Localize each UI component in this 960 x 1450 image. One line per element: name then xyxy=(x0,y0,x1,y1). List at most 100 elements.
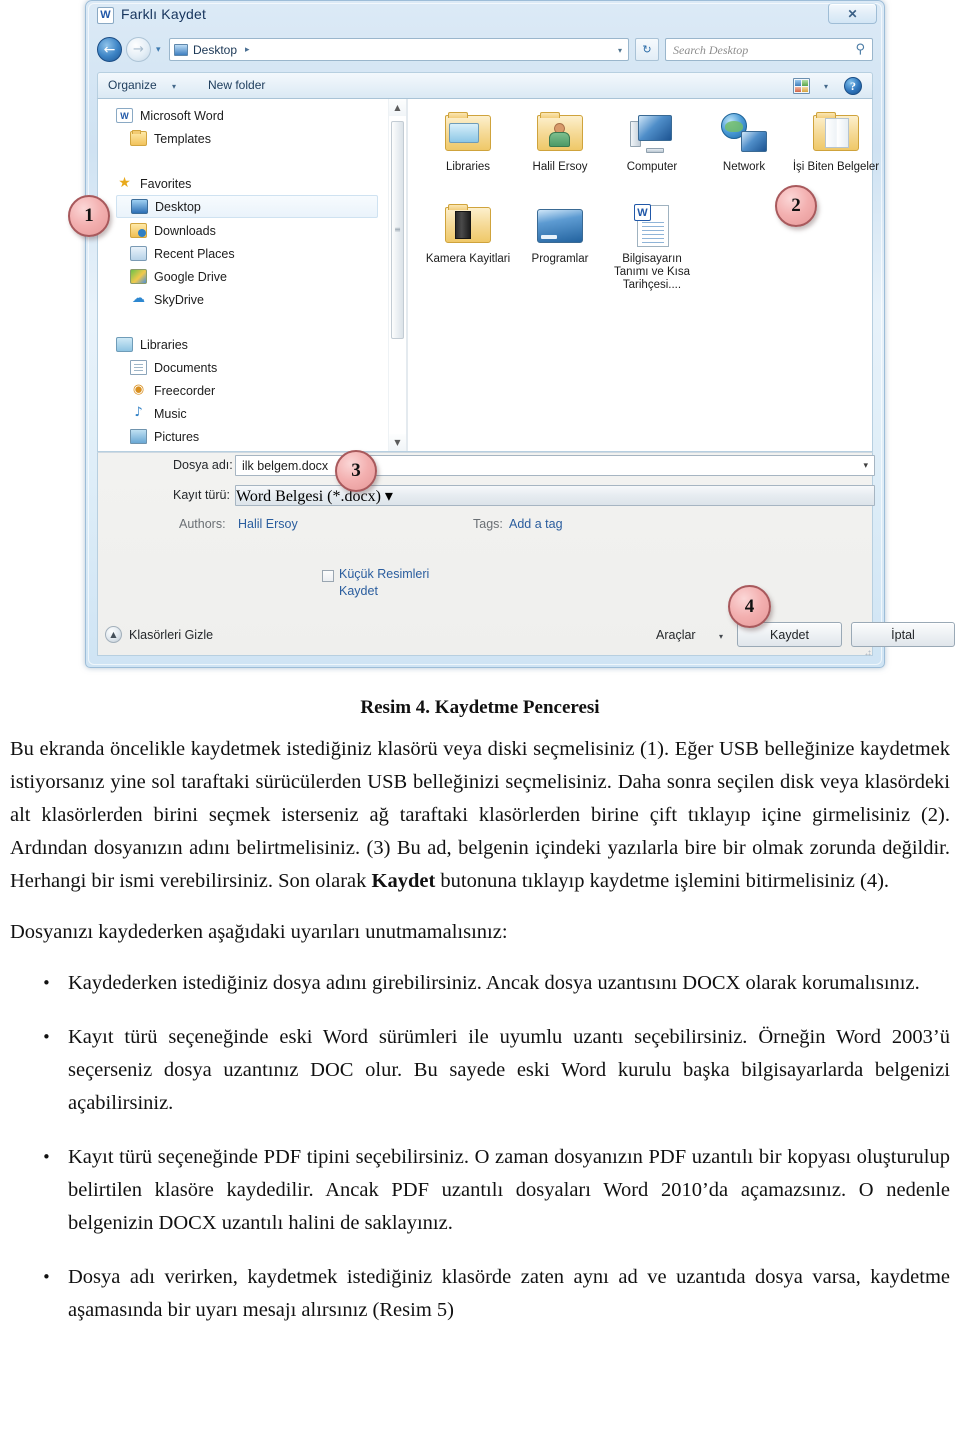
save-thumbnail-checkbox[interactable] xyxy=(322,570,334,582)
tags-value[interactable]: Add a tag xyxy=(509,517,563,531)
list-item[interactable]: Computer xyxy=(606,107,698,174)
warnings-list: Kaydederken istediğiniz dosya adını gire… xyxy=(10,967,950,1327)
new-folder-button[interactable]: New folder xyxy=(208,78,265,92)
folder-icon xyxy=(130,130,147,146)
sidebar-item-skydrive[interactable]: ☁ SkyDrive xyxy=(130,288,204,311)
sidebar-item-label: Recent Places xyxy=(154,246,235,261)
filename-value: ilk belgem.docx xyxy=(242,459,329,473)
callout-badge-2: 2 xyxy=(775,185,817,227)
sidebar-item-label: Freecorder xyxy=(154,383,216,398)
sidebar-item-pictures[interactable]: Pictures xyxy=(130,425,199,448)
organize-menu-button[interactable]: Organize xyxy=(108,78,157,92)
back-button[interactable]: ← xyxy=(97,37,122,62)
forward-button[interactable]: → xyxy=(126,37,151,62)
sidebar-item-freecorder[interactable]: ◉ Freecorder xyxy=(130,379,215,402)
filename-input[interactable]: ilk belgem.docx ▾ xyxy=(235,455,875,476)
sidebar-item-microsoft-word[interactable]: Microsoft Word xyxy=(116,104,224,127)
cloud-icon: ☁ xyxy=(132,291,145,306)
sidebar-group-favorites[interactable]: ★ Favorites xyxy=(116,172,191,195)
help-icon[interactable]: ? xyxy=(844,77,862,95)
sidebar-item-recent-places[interactable]: Recent Places xyxy=(130,242,235,265)
sidebar-item-label: Favorites xyxy=(140,176,192,191)
sidebar-item-label: SkyDrive xyxy=(154,292,205,307)
hide-folders-button[interactable]: ▲ Klasörleri Gizle xyxy=(105,626,213,643)
scroll-down-icon[interactable]: ▼ xyxy=(389,434,406,451)
list-item-label: Network xyxy=(722,161,766,173)
list-item[interactable]: Programlar xyxy=(514,199,606,266)
recent-places-icon xyxy=(130,246,147,261)
back-arrow-icon: ← xyxy=(103,41,116,58)
list-item-label: İşi Biten Belgeler xyxy=(792,161,880,173)
tools-chevron-down-icon[interactable]: ▾ xyxy=(719,632,723,641)
breadcrumb-bar[interactable]: Desktop ▸ ▾ xyxy=(169,38,629,61)
sidebar-group-libraries[interactable]: Libraries xyxy=(116,333,188,356)
search-placeholder: Search Desktop xyxy=(673,43,749,57)
resize-grip[interactable] xyxy=(863,648,871,656)
network-icon xyxy=(717,107,771,159)
navigation-bar: ← → ▾ Desktop ▸ ▾ ↻ Search Desktop ⚲ xyxy=(97,36,873,66)
sidebar-item-downloads[interactable]: Downloads xyxy=(130,219,216,242)
authors-value[interactable]: Halil Ersoy xyxy=(238,517,298,531)
authors-label: Authors: xyxy=(179,517,226,531)
list-item-label: Bilgisayarın Tanımı ve Kısa Tarihçesi...… xyxy=(613,253,691,291)
list-item[interactable]: W Bilgisayarın Tanımı ve Kısa Tarihçesi.… xyxy=(606,199,698,292)
view-chevron-down-icon[interactable]: ▾ xyxy=(824,82,828,91)
change-view-icon[interactable] xyxy=(793,78,810,94)
scrollbar-thumb[interactable]: ≡ xyxy=(391,121,404,339)
list-item[interactable]: İşi Biten Belgeler xyxy=(790,107,882,174)
search-input[interactable]: Search Desktop ⚲ xyxy=(665,38,873,61)
figure-caption: Resim 4. Kaydetme Penceresi xyxy=(360,697,600,718)
list-item-label: Kamera Kayitlari xyxy=(425,253,511,265)
pane-splitter[interactable] xyxy=(406,99,408,451)
breadcrumb-chevron-down-icon[interactable]: ▾ xyxy=(618,46,622,55)
sidebar-item-label: Libraries xyxy=(140,337,188,352)
save-as-dialog-screenshot: W Farklı Kaydet ✕ ← → ▾ Desktop ▸ ▾ ↻ Se… xyxy=(85,0,955,668)
word-document-icon: W xyxy=(625,199,679,251)
word-icon xyxy=(116,108,133,123)
tools-menu-button[interactable]: Araçlar xyxy=(656,628,696,642)
cancel-button[interactable]: İptal xyxy=(851,622,955,647)
sidebar-item-documents[interactable]: Documents xyxy=(130,356,217,379)
window-titlebar: W Farklı Kaydet ✕ xyxy=(85,0,885,34)
filename-chevron-down-icon[interactable]: ▾ xyxy=(863,461,868,471)
documents-folder-icon xyxy=(809,107,863,159)
libraries-folder-icon xyxy=(441,107,495,159)
list-item-label: Programlar xyxy=(531,253,589,265)
paragraph-2: Dosyanızı kaydederken aşağıdaki uyarılar… xyxy=(10,921,508,943)
sidebar-item-music[interactable]: ♪ Music xyxy=(130,402,187,425)
breadcrumb-location[interactable]: Desktop xyxy=(193,43,237,57)
list-item: Kayıt türü seçeneğinde eski Word sürümle… xyxy=(10,1021,950,1120)
list-item[interactable]: Kamera Kayitlari xyxy=(422,199,514,266)
close-icon: ✕ xyxy=(847,6,858,21)
sidebar-item-desktop[interactable]: Desktop xyxy=(116,195,378,218)
list-item[interactable]: Network xyxy=(698,107,790,174)
thumb-grip-icon: ≡ xyxy=(394,225,401,234)
sidebar-item-google-drive[interactable]: Google Drive xyxy=(130,265,227,288)
google-drive-icon xyxy=(130,269,147,284)
navigation-pane-scrollbar[interactable]: ▲ ≡ ▼ xyxy=(388,99,406,451)
refresh-button[interactable]: ↻ xyxy=(635,38,659,61)
list-item[interactable]: Libraries xyxy=(422,107,514,174)
word-app-icon: W xyxy=(97,7,114,24)
chevron-right-icon[interactable]: ▸ xyxy=(245,45,250,55)
filetype-select[interactable]: Word Belgesi (*.docx) ▾ xyxy=(235,485,875,506)
picture-icon xyxy=(130,429,147,444)
camera-folder-icon xyxy=(441,199,495,251)
file-list[interactable]: Libraries Halil Ersoy Computer Network İ… xyxy=(410,99,879,451)
list-item: Kayıt türü seçeneğinde PDF tipini seçebi… xyxy=(10,1141,950,1240)
sidebar-item-label: Google Drive xyxy=(154,269,227,284)
organize-chevron-down-icon[interactable]: ▾ xyxy=(172,82,176,91)
document-body: Bu ekranda öncelikle kaydetmek istediğin… xyxy=(10,733,950,1348)
filetype-chevron-down-icon[interactable]: ▾ xyxy=(385,488,393,505)
save-thumbnail-label[interactable]: Küçük Resimleri Kaydet xyxy=(339,566,449,600)
list-item[interactable]: Halil Ersoy xyxy=(514,107,606,174)
filetype-label: Kayıt türü: xyxy=(173,488,230,502)
callout-badge-3: 3 xyxy=(335,450,377,492)
close-button[interactable]: ✕ xyxy=(828,3,877,24)
sidebar-item-label: Music xyxy=(154,406,187,421)
downloads-folder-icon xyxy=(130,223,147,238)
history-dropdown-caret-icon[interactable]: ▾ xyxy=(156,45,161,55)
scroll-up-icon[interactable]: ▲ xyxy=(389,99,406,116)
sidebar-item-templates[interactable]: Templates xyxy=(130,127,211,150)
computer-icon xyxy=(625,107,679,159)
